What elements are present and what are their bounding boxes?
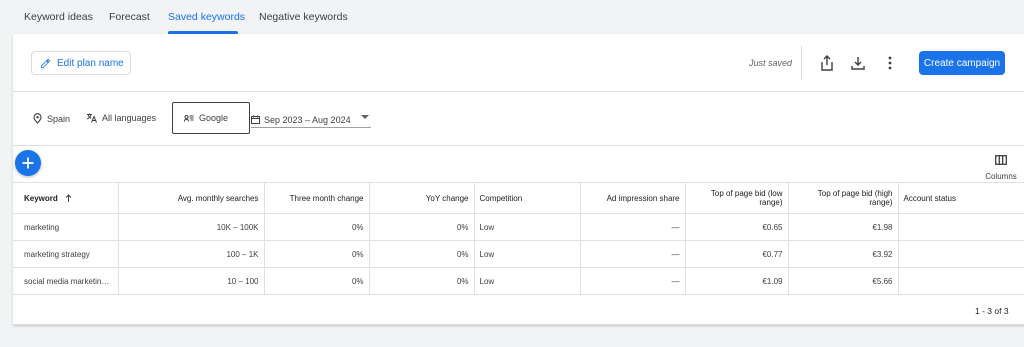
cell-account-status — [898, 240, 1024, 268]
translate-icon — [86, 113, 97, 123]
columns-button[interactable]: Columns — [982, 152, 1020, 181]
header-bid-low[interactable]: Top of page bid (low range) — [685, 182, 789, 214]
header-competition[interactable]: Competition — [474, 182, 581, 214]
search-network-filter[interactable]: Google — [172, 102, 250, 134]
filter-bar: Spain All languages Google Sep 2023 – Au… — [13, 92, 1024, 146]
download-icon — [851, 57, 865, 70]
plan-toolbar: Edit plan name Just saved Create campaig… — [13, 34, 1024, 92]
plus-icon — [22, 157, 34, 169]
more-vert-icon — [888, 56, 892, 70]
cell-ad-impression-share: — — [580, 267, 686, 295]
tab-forecast[interactable]: Forecast — [109, 11, 150, 23]
edit-plan-name-label: Edit plan name — [57, 57, 124, 69]
cell-yoy-change: 0% — [369, 213, 475, 241]
calendar-icon — [251, 115, 260, 124]
dropdown-arrow-icon — [361, 115, 369, 119]
cell-bid-low: €0.65 — [685, 213, 789, 241]
header-ad-impression-share[interactable]: Ad impression share — [580, 182, 686, 214]
cell-yoy-change: 0% — [369, 240, 475, 268]
network-label: Google — [199, 113, 229, 123]
location-pin-icon — [33, 113, 42, 124]
header-account-status[interactable]: Account status — [898, 182, 1024, 214]
language-filter[interactable]: All languages — [86, 113, 156, 123]
cell-competition: Low — [474, 213, 581, 241]
pencil-icon — [40, 58, 51, 68]
header-keyword-label: Keyword — [24, 193, 58, 203]
cell-competition: Low — [474, 240, 581, 268]
toolbar-divider — [801, 46, 802, 80]
cell-bid-low: €1.09 — [685, 267, 789, 295]
header-three-month-change[interactable]: Three month change — [264, 182, 370, 214]
cell-avg-monthly-searches: 100 – 1K — [118, 240, 265, 268]
cell-three-month-change: 0% — [264, 240, 370, 268]
header-bid-high[interactable]: Top of page bid (high range) — [788, 182, 899, 214]
table-row[interactable]: marketing strategy 100 – 1K 0% 0% Low — … — [13, 240, 1024, 268]
cell-account-status — [898, 267, 1024, 295]
tab-keyword-ideas[interactable]: Keyword ideas — [24, 11, 93, 23]
language-label: All languages — [102, 113, 157, 123]
pagination-summary: 1 - 3 of 3 — [975, 306, 1009, 316]
tab-negative-keywords[interactable]: Negative keywords — [259, 11, 348, 23]
cell-bid-high: €5.66 — [788, 267, 899, 295]
network-icon — [184, 115, 194, 122]
cell-avg-monthly-searches: 10 – 100 — [118, 267, 265, 295]
cell-bid-high: €1.98 — [788, 213, 899, 241]
cell-keyword: social media marketing ... — [13, 267, 119, 295]
save-status: Just saved — [749, 58, 793, 68]
create-campaign-button[interactable]: Create campaign — [919, 51, 1005, 75]
share-icon — [821, 55, 833, 71]
cell-avg-monthly-searches: 10K – 100K — [118, 213, 265, 241]
edit-plan-name-button[interactable]: Edit plan name — [31, 51, 131, 75]
cell-three-month-change: 0% — [264, 267, 370, 295]
cell-ad-impression-share: — — [580, 240, 686, 268]
share-button[interactable] — [817, 52, 837, 74]
cell-competition: Low — [474, 267, 581, 295]
cell-bid-high: €3.92 — [788, 240, 899, 268]
header-avg-monthly-searches[interactable]: Avg. monthly searches — [118, 182, 265, 214]
download-button[interactable] — [848, 52, 868, 74]
tab-saved-keywords[interactable]: Saved keywords — [168, 11, 245, 23]
cell-keyword: marketing strategy — [13, 240, 119, 268]
sort-arrow-up-icon — [65, 193, 72, 202]
tab-bar: Keyword ideas Forecast Saved keywords Ne… — [0, 0, 1024, 34]
cell-account-status — [898, 213, 1024, 241]
cell-ad-impression-share: — — [580, 213, 686, 241]
location-label: Spain — [47, 113, 71, 124]
add-keywords-button[interactable] — [15, 150, 41, 176]
saved-keywords-panel: Edit plan name Just saved Create campaig… — [13, 34, 1024, 325]
table-row[interactable]: marketing 10K – 100K 0% 0% Low — €0.65 €… — [13, 213, 1024, 241]
table-header-row: Keyword Avg. monthly searches Three mont… — [13, 182, 1024, 214]
cell-keyword: marketing — [13, 213, 119, 241]
header-keyword[interactable]: Keyword — [13, 182, 119, 214]
header-yoy-change[interactable]: YoY change — [369, 182, 475, 214]
columns-label: Columns — [985, 172, 1017, 181]
cell-bid-low: €0.77 — [685, 240, 789, 268]
date-range-label: Sep 2023 – Aug 2024 — [264, 114, 351, 125]
table-row[interactable]: social media marketing ... 10 – 100 0% 0… — [13, 267, 1024, 295]
location-filter[interactable]: Spain — [33, 113, 70, 124]
date-range-select[interactable]: Sep 2023 – Aug 2024 — [251, 112, 371, 128]
cell-yoy-change: 0% — [369, 267, 475, 295]
columns-icon — [995, 155, 1007, 165]
keywords-table: Keyword Avg. monthly searches Three mont… — [13, 182, 1024, 295]
cell-three-month-change: 0% — [264, 213, 370, 241]
more-options-button[interactable] — [880, 52, 900, 74]
